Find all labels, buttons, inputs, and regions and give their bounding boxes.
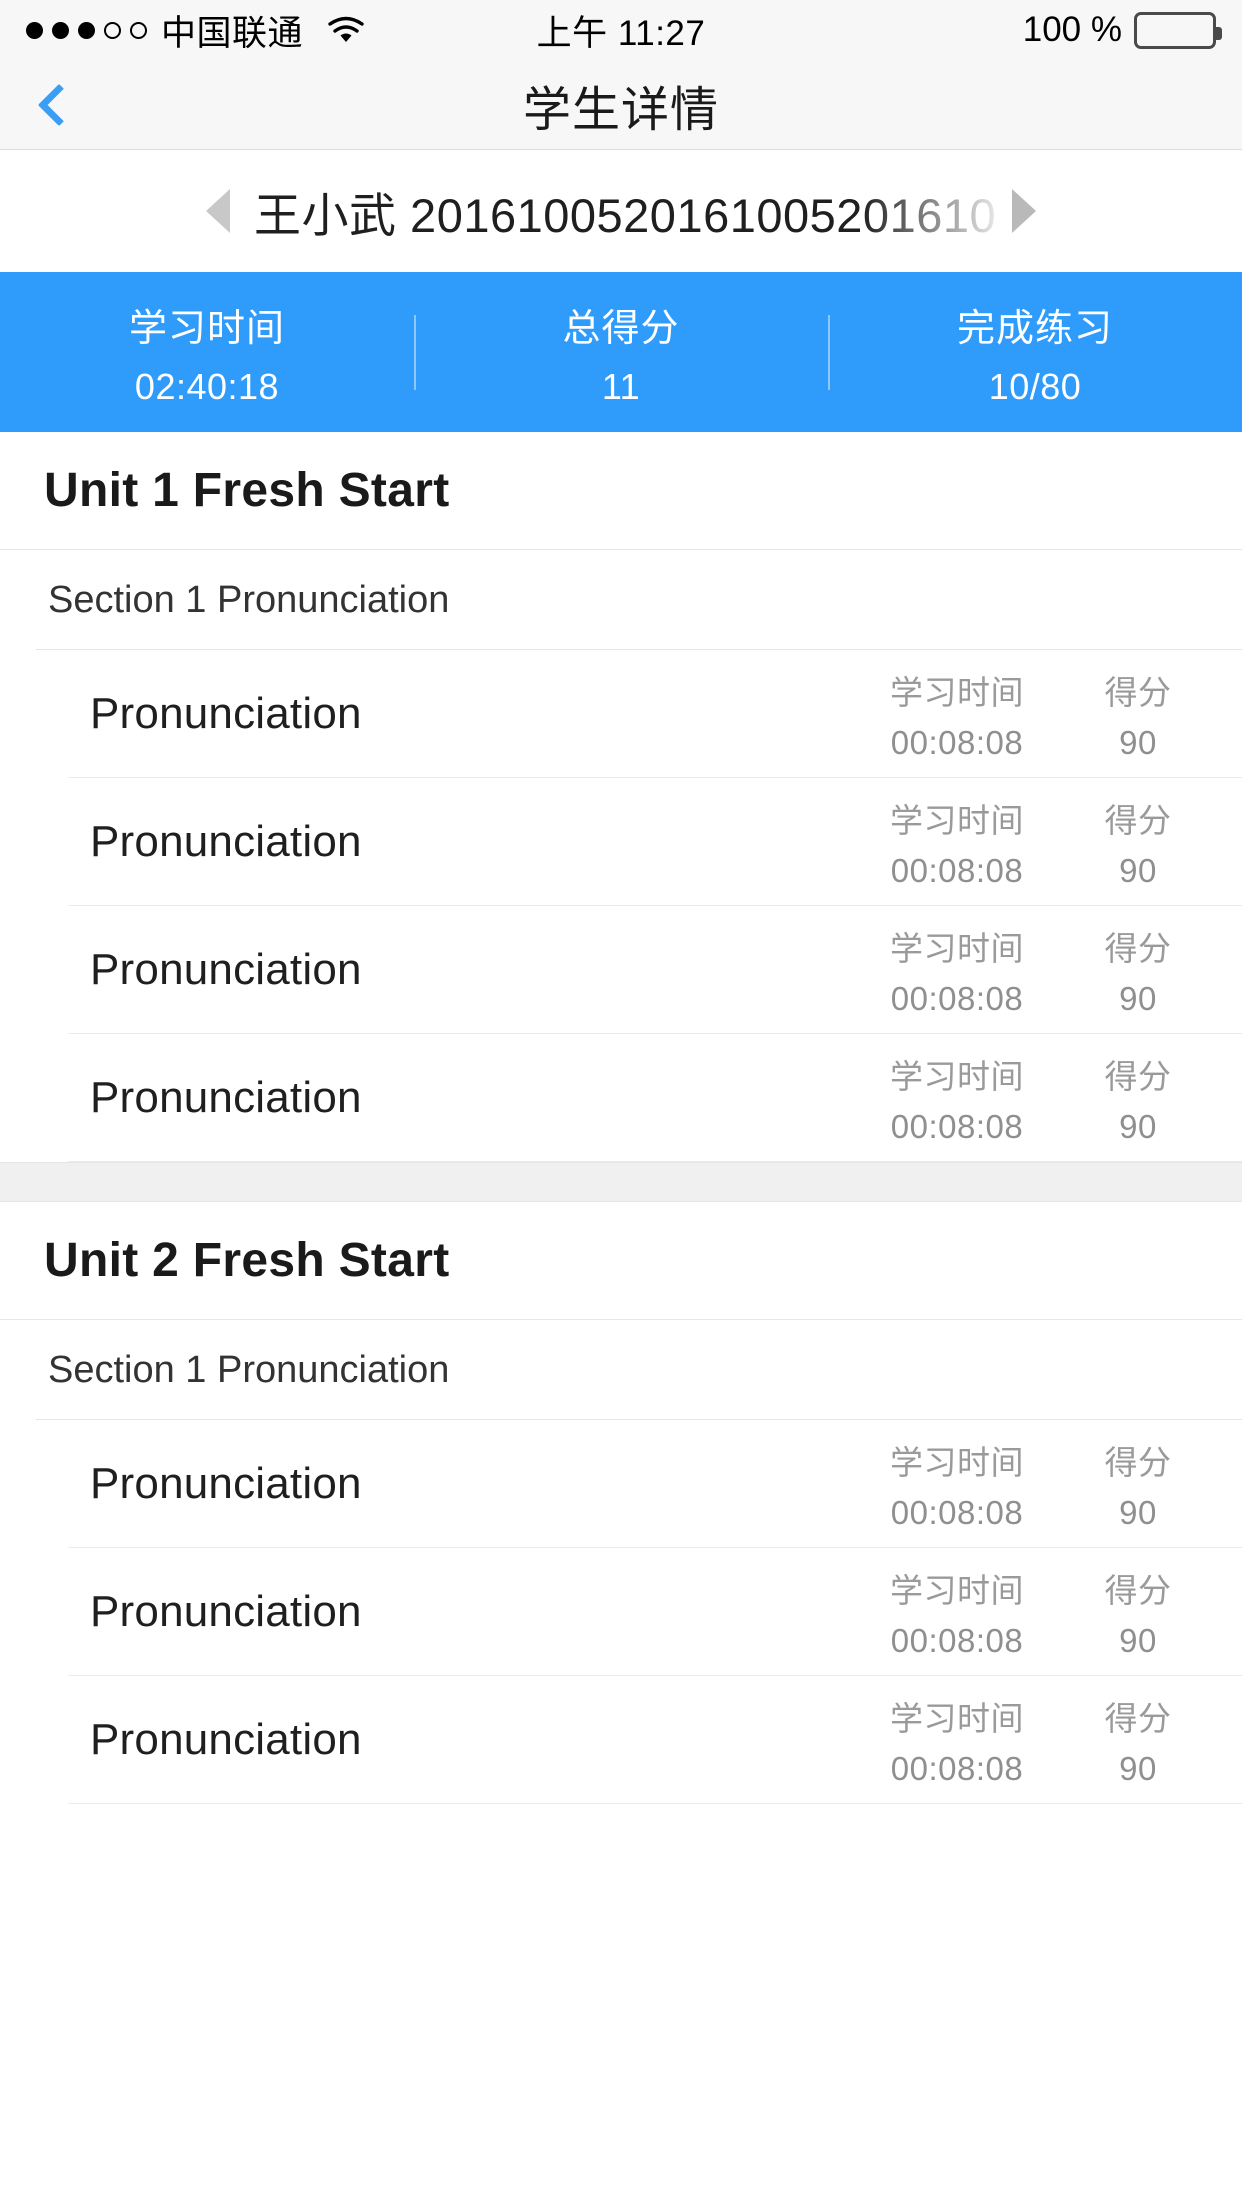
stat-label: 总得分 — [562, 307, 680, 350]
lesson-name: Pronunciation — [90, 817, 362, 866]
app-screen: 中国联通 上午 11:27 100 % 学生详情 王小武 20161005201… — [0, 0, 1242, 2208]
stat-value: 11 — [601, 365, 641, 407]
lesson-score: 得分 90 — [1078, 1564, 1198, 1660]
section-title: Section 1 Pronunciation — [0, 1320, 1242, 1420]
metric-label: 得分 — [1104, 674, 1172, 711]
page-title: 学生详情 — [522, 83, 719, 137]
metric-value: 90 — [1119, 1622, 1157, 1659]
student-name-label: 王小武 20161005201610052016100520161005 — [254, 188, 994, 242]
lesson-study-time: 学习时间 00:08:08 — [862, 1050, 1052, 1146]
metric-label: 学习时间 — [890, 1572, 1024, 1609]
metric-value: 00:08:08 — [890, 1622, 1024, 1659]
lesson-score: 得分 90 — [1078, 794, 1198, 890]
metric-value: 90 — [1119, 1108, 1157, 1145]
lesson-row[interactable]: Pronunciation 学习时间 00:08:08 得分 90 — [0, 1548, 1242, 1676]
lesson-study-time: 学习时间 00:08:08 — [862, 1692, 1052, 1788]
lesson-row[interactable]: Pronunciation 学习时间 00:08:08 得分 90 — [0, 1676, 1242, 1804]
metric-value: 00:08:08 — [890, 724, 1024, 761]
metric-label: 得分 — [1104, 1700, 1172, 1737]
lesson-score: 得分 90 — [1078, 922, 1198, 1018]
metric-label: 得分 — [1104, 1572, 1172, 1609]
metric-value: 90 — [1119, 1494, 1157, 1531]
stat-label: 学习时间 — [128, 307, 285, 350]
lesson-row[interactable]: Pronunciation 学习时间 00:08:08 得分 90 — [0, 906, 1242, 1034]
stat-value: 02:40:18 — [134, 365, 280, 407]
metric-label: 学习时间 — [890, 1700, 1024, 1737]
student-name-wrap: 王小武 20161005201610052016100520161005 — [254, 177, 994, 246]
metric-label: 得分 — [1104, 1058, 1172, 1095]
lesson-name: Pronunciation — [90, 689, 362, 738]
unit-title: Unit 2 Fresh Start — [0, 1202, 1242, 1320]
battery-full-icon — [1134, 11, 1222, 49]
unit-title: Unit 1 Fresh Start — [0, 432, 1242, 550]
metric-value: 90 — [1119, 1750, 1157, 1787]
triangle-right-icon[interactable] — [1012, 189, 1036, 233]
metric-label: 得分 — [1104, 1444, 1172, 1481]
metric-value: 00:08:08 — [890, 1494, 1024, 1531]
lesson-score: 得分 90 — [1078, 666, 1198, 762]
lesson-name: Pronunciation — [90, 1587, 362, 1636]
lesson-row[interactable]: Pronunciation 学习时间 00:08:08 得分 90 — [0, 778, 1242, 906]
metric-label: 得分 — [1104, 802, 1172, 839]
summary-stats-bar: 学习时间 02:40:18 总得分 11 完成练习 10/80 — [0, 272, 1242, 432]
triangle-left-icon[interactable] — [206, 189, 230, 233]
lesson-study-time: 学习时间 00:08:08 — [862, 666, 1052, 762]
unit-block: Unit 1 Fresh Start Section 1 Pronunciati… — [0, 432, 1242, 1162]
lesson-name: Pronunciation — [90, 1459, 362, 1508]
stat-study-time: 学习时间 02:40:18 — [0, 297, 414, 408]
unit-block: Unit 2 Fresh Start Section 1 Pronunciati… — [0, 1202, 1242, 1804]
lesson-study-time: 学习时间 00:08:08 — [862, 922, 1052, 1018]
lesson-study-time: 学习时间 00:08:08 — [862, 794, 1052, 890]
metric-value: 90 — [1119, 852, 1157, 889]
lesson-study-time: 学习时间 00:08:08 — [862, 1564, 1052, 1660]
metric-label: 学习时间 — [890, 1058, 1024, 1095]
metric-value: 00:08:08 — [890, 1108, 1024, 1145]
student-selector: 王小武 20161005201610052016100520161005 — [0, 150, 1242, 272]
metric-label: 学习时间 — [890, 802, 1024, 839]
stat-label: 完成练习 — [956, 307, 1113, 350]
lesson-name: Pronunciation — [90, 1073, 362, 1122]
stat-completed-exercises: 完成练习 10/80 — [828, 297, 1242, 408]
metric-value: 00:08:08 — [890, 980, 1024, 1017]
metric-value: 90 — [1119, 980, 1157, 1017]
lesson-name: Pronunciation — [90, 945, 362, 994]
nav-bar: 学生详情 — [0, 60, 1242, 150]
lesson-name: Pronunciation — [90, 1715, 362, 1764]
metric-label: 学习时间 — [890, 674, 1024, 711]
metric-label: 学习时间 — [890, 1444, 1024, 1481]
metric-value: 90 — [1119, 724, 1157, 761]
lesson-row[interactable]: Pronunciation 学习时间 00:08:08 得分 90 — [0, 1420, 1242, 1548]
lesson-row[interactable]: Pronunciation 学习时间 00:08:08 得分 90 — [0, 650, 1242, 778]
lesson-row[interactable]: Pronunciation 学习时间 00:08:08 得分 90 — [0, 1034, 1242, 1162]
stat-value: 10/80 — [988, 365, 1082, 407]
lesson-score: 得分 90 — [1078, 1692, 1198, 1788]
metric-label: 得分 — [1104, 930, 1172, 967]
metric-label: 学习时间 — [890, 930, 1024, 967]
status-bar: 中国联通 上午 11:27 100 % — [0, 0, 1242, 60]
lesson-score: 得分 90 — [1078, 1050, 1198, 1146]
lesson-score: 得分 90 — [1078, 1436, 1198, 1532]
metric-value: 00:08:08 — [890, 1750, 1024, 1787]
status-bar-right: 100 % — [1022, 10, 1222, 50]
unit-separator — [0, 1162, 1242, 1202]
section-title: Section 1 Pronunciation — [0, 550, 1242, 650]
stat-total-score: 总得分 11 — [414, 297, 828, 408]
metric-value: 00:08:08 — [890, 852, 1024, 889]
battery-percent-label: 100 % — [1022, 10, 1122, 49]
lesson-study-time: 学习时间 00:08:08 — [862, 1436, 1052, 1532]
